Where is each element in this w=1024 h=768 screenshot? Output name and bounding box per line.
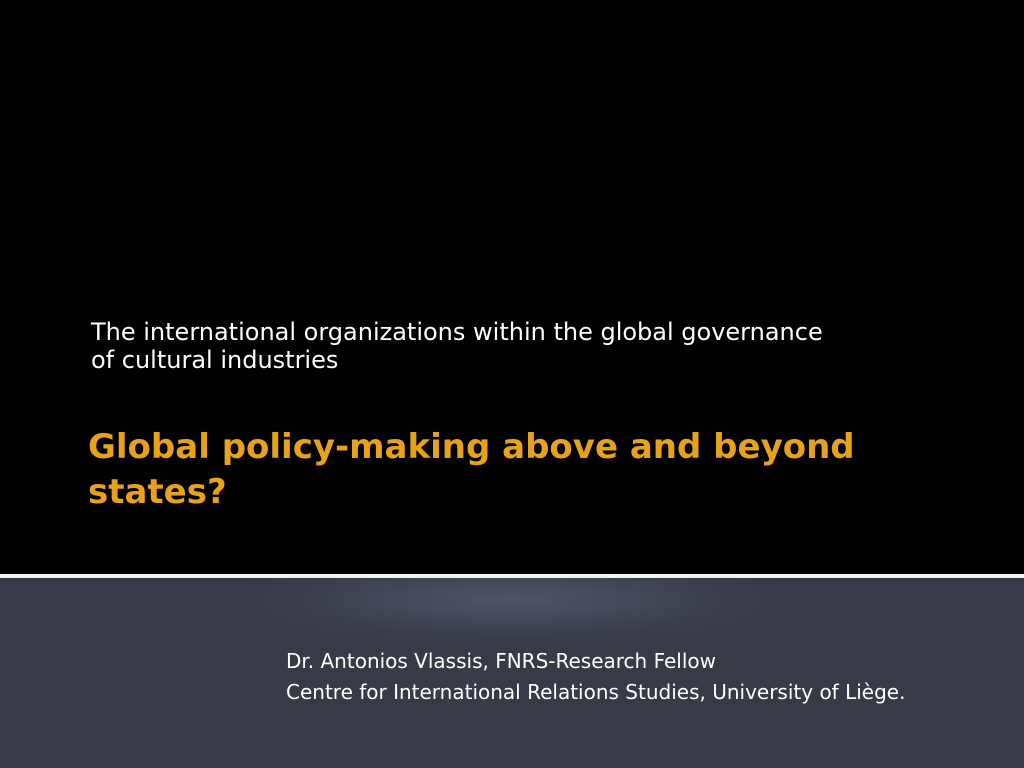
slide-subtitle: The international organizations within t… <box>91 318 971 374</box>
author-affiliation: Centre for International Relations Studi… <box>286 680 906 704</box>
slide: The international organizations within t… <box>0 0 1024 768</box>
subtitle-line-1: The international organizations within t… <box>91 318 823 346</box>
subtitle-line-2: of cultural industries <box>91 346 339 374</box>
title-line-1: Global policy-making above and beyond <box>88 427 855 467</box>
author-name: Dr. Antonios Vlassis, FNRS-Research Fell… <box>286 649 716 673</box>
title-panel: The international organizations within t… <box>0 0 1024 574</box>
title-line-2: states? <box>88 472 227 512</box>
author-block: Dr. Antonios Vlassis, FNRS-Research Fell… <box>286 646 1024 708</box>
slide-title: Global policy-making above and beyond st… <box>88 425 948 515</box>
